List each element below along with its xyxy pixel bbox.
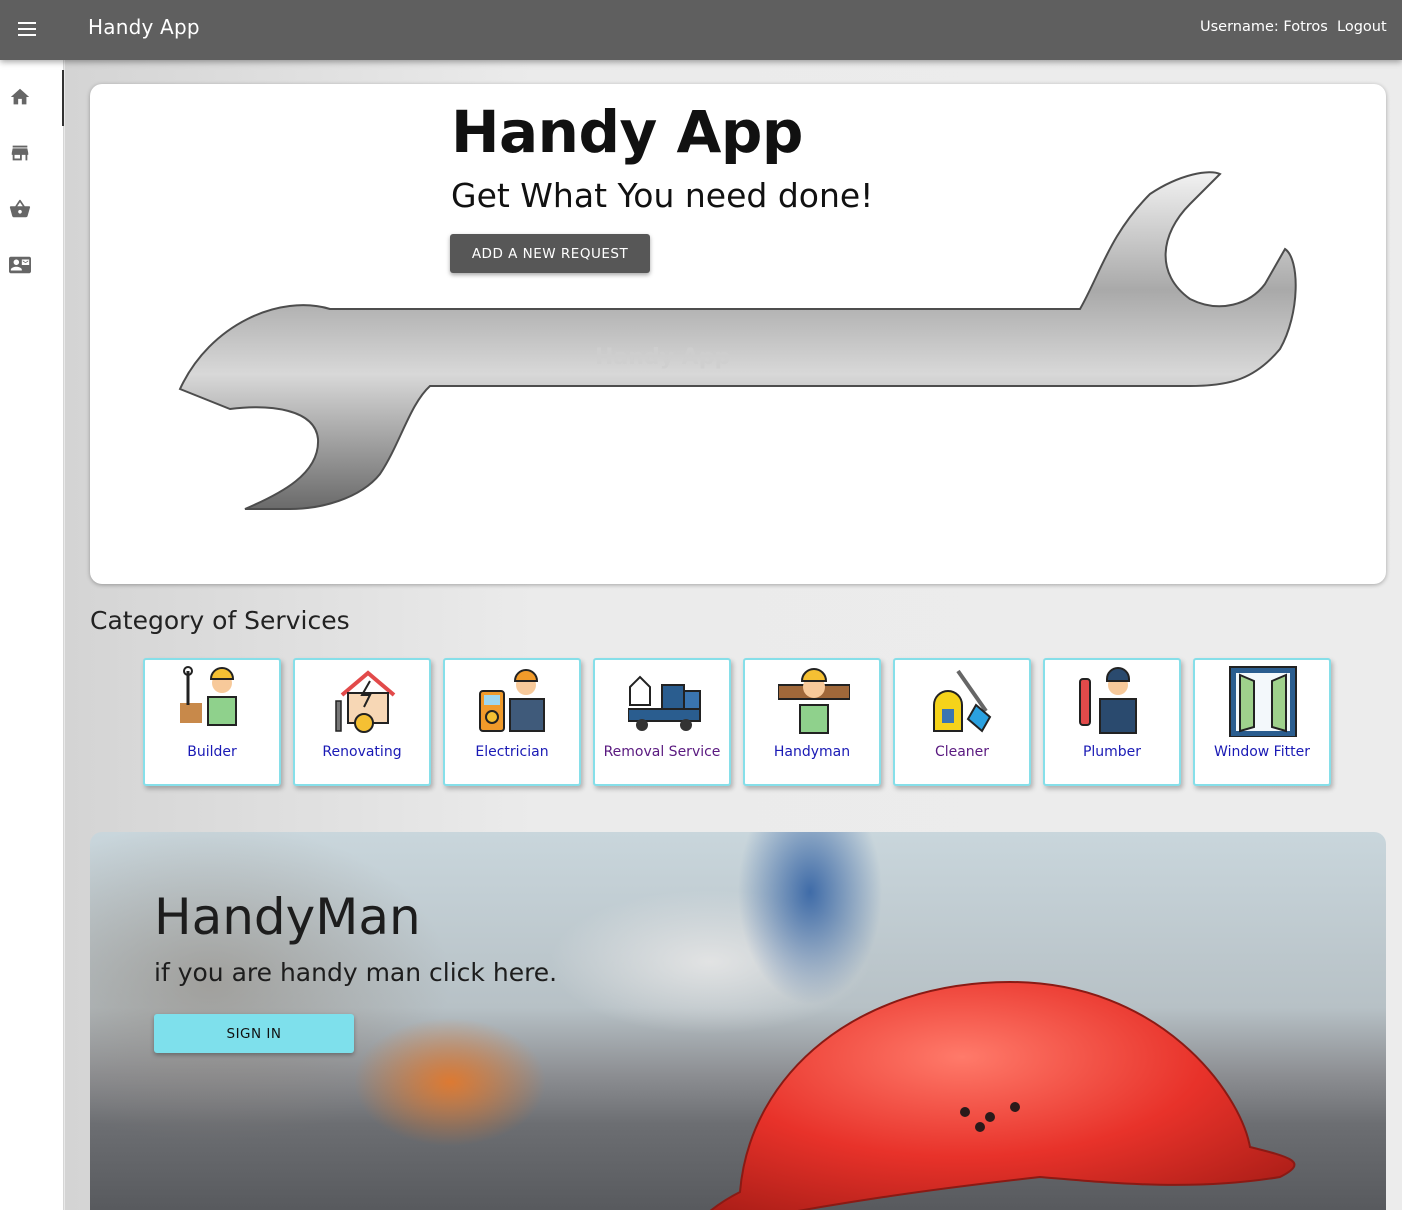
- sidebar-item-home[interactable]: [0, 60, 64, 126]
- hero-title: Handy App: [451, 98, 803, 166]
- removal-truck-icon: [628, 675, 701, 731]
- sidebar: [0, 60, 64, 1210]
- add-request-button[interactable]: ADD A NEW REQUEST: [450, 234, 650, 273]
- logout-link[interactable]: Logout: [1337, 19, 1387, 35]
- wrench-image: Handy App: [178, 171, 1297, 510]
- handyman-banner: HandyMan if you are handy man click here…: [90, 832, 1386, 1210]
- banner-title: HandyMan: [154, 888, 421, 946]
- app-title: Handy App: [88, 15, 200, 39]
- renovating-icon: [335, 670, 396, 733]
- category-card-window-fitter[interactable]: Window Fitter: [1193, 658, 1331, 786]
- category-card-cleaner[interactable]: Cleaner: [893, 658, 1031, 786]
- category-card-electrician[interactable]: Electrician: [443, 658, 581, 786]
- hero-subtitle: Get What You need done!: [451, 176, 874, 215]
- handyman-icon: [778, 668, 850, 734]
- store-icon: [11, 145, 29, 161]
- sidebar-item-store[interactable]: [0, 116, 64, 172]
- category-card-handyman[interactable]: Handyman: [743, 658, 881, 786]
- category-label: Builder: [187, 744, 237, 760]
- category-label: Cleaner: [934, 744, 990, 760]
- window-icon: [1229, 666, 1297, 737]
- wrench-engraving: Handy App: [595, 345, 730, 370]
- sidebar-item-basket[interactable]: [0, 172, 64, 228]
- basket-icon: [9, 199, 31, 218]
- sign-in-button[interactable]: SIGN IN: [154, 1014, 354, 1053]
- sidebar-item-contact[interactable]: [0, 228, 64, 284]
- category-label: Removal Service: [603, 744, 721, 760]
- category-label: Handyman: [773, 744, 851, 760]
- plumber-icon: [1079, 667, 1137, 734]
- categories-title: Category of Services: [90, 606, 350, 635]
- home-icon: [10, 88, 30, 105]
- username-label: Username: Fotros: [1200, 19, 1328, 35]
- category-card-builder[interactable]: Builder: [143, 658, 281, 786]
- menu-icon[interactable]: [14, 16, 42, 44]
- contact-mail-icon: [9, 256, 31, 274]
- builder-icon: [180, 666, 237, 726]
- category-card-plumber[interactable]: Plumber: [1043, 658, 1181, 786]
- top-app-bar: Handy App Username: Fotros Logout: [0, 0, 1402, 60]
- main-content: Handy App Handy App Get What You need do…: [65, 60, 1402, 1210]
- category-card-removal[interactable]: Removal Service: [593, 658, 731, 786]
- category-label: Electrician: [475, 744, 549, 760]
- hard-hat-image: [709, 980, 1296, 1210]
- category-label: Renovating: [322, 744, 402, 760]
- pressure-washer-icon: [933, 669, 992, 733]
- banner-subtitle: if you are handy man click here.: [154, 958, 558, 987]
- hero-card: Handy App Handy App Get What You need do…: [90, 84, 1386, 584]
- electrician-icon: [479, 669, 545, 732]
- category-card-renovating[interactable]: Renovating: [293, 658, 431, 786]
- category-label: Window Fitter: [1214, 744, 1310, 760]
- category-label: Plumber: [1082, 744, 1142, 760]
